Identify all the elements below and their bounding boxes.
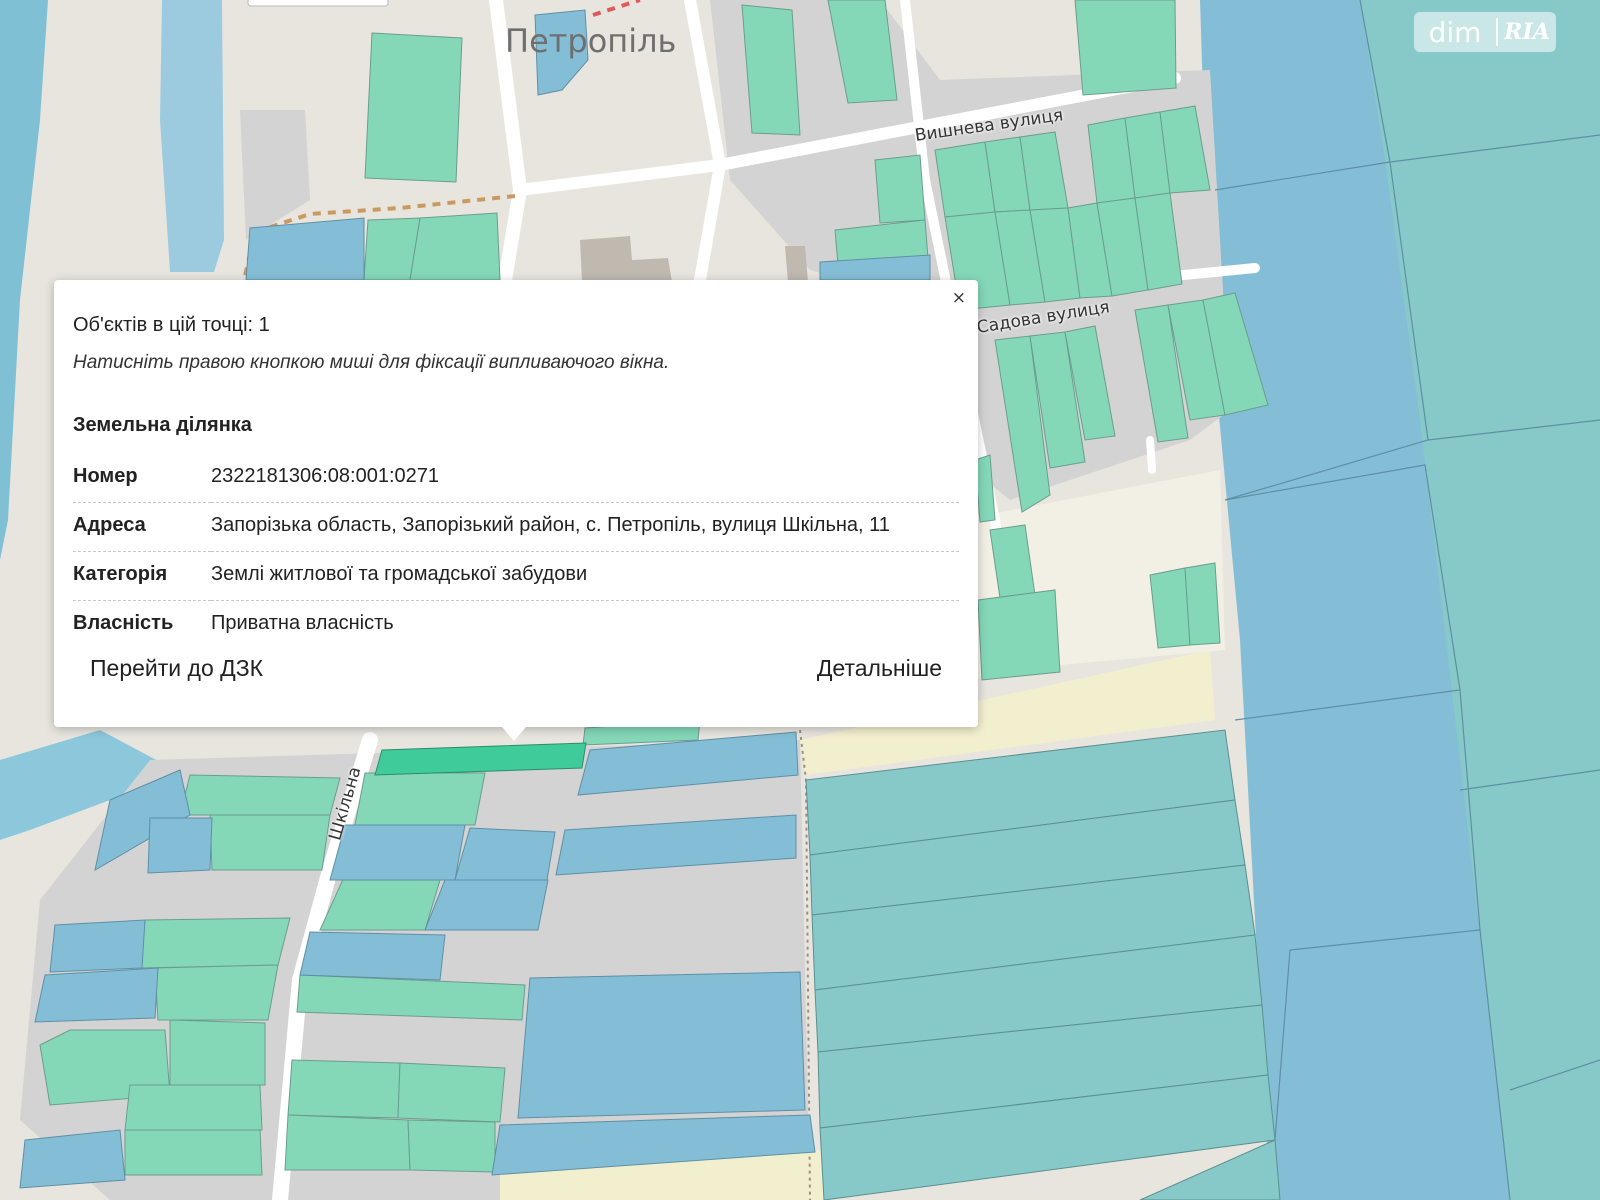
place-label: Петропіль (505, 22, 677, 60)
popup-pointer (502, 727, 526, 741)
details-button[interactable]: Детальніше (817, 648, 942, 688)
row-value-number: 2322181306:08:001:0271 (211, 454, 959, 503)
table-row: Категорія Землі житлової та громадської … (73, 551, 959, 601)
go-to-dzk-button[interactable]: Перейти до ДЗК (90, 648, 263, 688)
row-value-ownership: Приватна власність (211, 612, 394, 634)
row-value-address: Запорізька область, Запорізький район, с… (211, 502, 959, 552)
row-value-category: Землі житлової та громадської забудови (211, 551, 959, 601)
map-control-stub (247, 0, 389, 7)
row-label-number: Номер (73, 454, 211, 503)
section-title: Земельна ділянка (73, 414, 252, 436)
watermark-dim: dim (1428, 15, 1482, 49)
popup-hint: Натисніть правою кнопкою миші для фіксац… (73, 352, 670, 373)
objects-count: Об'єктів в цій точці: 1 (73, 314, 270, 336)
row-label-ownership: Власність (73, 612, 174, 634)
parcel-details-table: Номер 2322181306:08:001:0271 Адреса Запо… (73, 454, 959, 649)
parcels-teal (805, 729, 1281, 1200)
row-label-address: Адреса (73, 502, 211, 552)
table-row: Адреса Запорізька область, Запорізький р… (73, 502, 959, 552)
row-label-category: Категорія (73, 551, 211, 601)
table-row: Номер 2322181306:08:001:0271 (73, 454, 959, 503)
watermark-ria: RIA (1504, 19, 1550, 45)
parcel-info-popup: × Об'єктів в цій точці: 1 Натисніть прав… (54, 280, 978, 727)
watermark-logo: dim RIA (1414, 12, 1556, 52)
close-icon[interactable]: × (952, 288, 966, 308)
table-row: Власність Приватна власність (73, 601, 959, 650)
